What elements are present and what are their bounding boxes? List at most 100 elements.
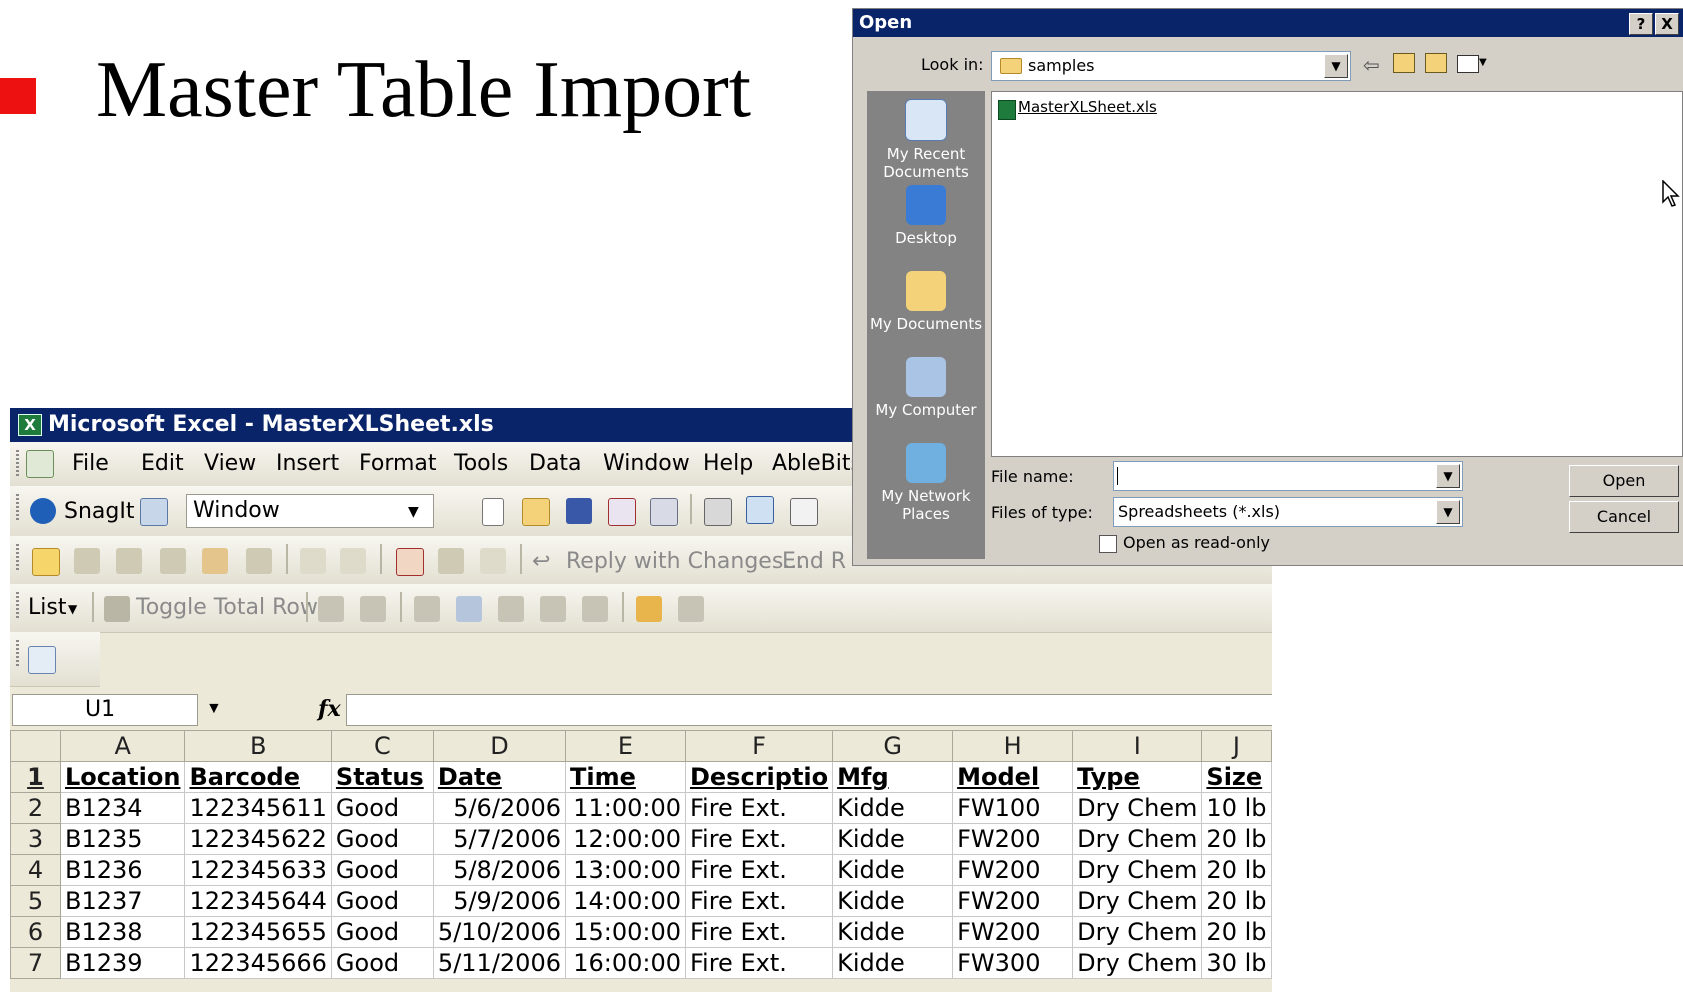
sync-list-icon[interactable] — [498, 596, 524, 622]
new-comment-icon[interactable] — [32, 548, 60, 576]
show-comment-icon[interactable] — [160, 548, 186, 574]
column-header[interactable]: J — [1201, 730, 1272, 762]
view-list-icon[interactable] — [456, 596, 482, 622]
close-button[interactable]: X — [1655, 13, 1679, 35]
cell[interactable]: Dry Chem — [1072, 854, 1203, 886]
row-header[interactable]: 7 — [10, 947, 61, 979]
cell[interactable]: 15:00:00 — [564, 916, 686, 948]
workbook-icon[interactable] — [26, 450, 54, 478]
row-header[interactable]: 6 — [10, 916, 61, 948]
cell[interactable]: Fire Ext. — [684, 823, 834, 855]
fx-icon[interactable]: fx — [318, 694, 341, 724]
cell[interactable]: Mfg — [832, 761, 954, 793]
cell[interactable]: 5/10/2006 — [432, 916, 566, 948]
place-desktop[interactable]: Desktop — [867, 185, 985, 247]
cell[interactable]: Kidde — [832, 916, 954, 948]
show-all-comments-icon[interactable] — [202, 548, 228, 574]
cell[interactable]: Good — [330, 792, 434, 824]
cell[interactable]: Good — [330, 823, 434, 855]
cell[interactable]: 20 lb — [1201, 885, 1272, 917]
cell[interactable]: B1237 — [59, 885, 186, 917]
cell[interactable]: 5/11/2006 — [432, 947, 566, 979]
cell[interactable]: 5/8/2006 — [432, 854, 566, 886]
column-header[interactable]: F — [684, 730, 834, 762]
row-header[interactable]: 4 — [10, 854, 61, 886]
cell[interactable]: 122345666 — [184, 947, 332, 979]
menu-view[interactable]: View — [204, 448, 256, 480]
chevron-down-icon[interactable]: ▼ — [1436, 500, 1460, 524]
unlink-list-icon[interactable] — [582, 596, 608, 622]
list-table-icon[interactable] — [360, 596, 386, 622]
cell[interactable]: Size — [1201, 761, 1272, 793]
chevron-down-icon[interactable]: ▼ — [408, 504, 419, 520]
update-file-icon[interactable] — [438, 548, 464, 574]
cell[interactable]: Fire Ext. — [684, 885, 834, 917]
open-button[interactable]: Open — [1569, 465, 1679, 497]
cell[interactable]: Kidde — [832, 823, 954, 855]
discard-changes-icon[interactable] — [540, 596, 566, 622]
cell[interactable]: 10 lb — [1201, 792, 1272, 824]
cell[interactable]: 122345633 — [184, 854, 332, 886]
row-header[interactable]: 1 — [10, 761, 61, 793]
permission-icon[interactable] — [608, 498, 636, 526]
cell[interactable]: 20 lb — [1201, 854, 1272, 886]
row-header[interactable]: 3 — [10, 823, 61, 855]
resize-list-icon[interactable] — [318, 596, 344, 622]
snagit-mode-combo[interactable]: Window — [186, 494, 434, 528]
cell[interactable]: Barcode — [184, 761, 332, 793]
cell[interactable]: 5/9/2006 — [432, 885, 566, 917]
cell[interactable]: 5/6/2006 — [432, 792, 566, 824]
menu-help[interactable]: Help — [703, 448, 753, 480]
new-document-icon[interactable] — [482, 498, 504, 526]
column-header[interactable]: B — [184, 730, 332, 762]
place-network[interactable]: My Network Places — [867, 443, 985, 523]
snagit-icon[interactable] — [30, 498, 56, 524]
cell[interactable]: Good — [330, 916, 434, 948]
cell[interactable]: Fire Ext. — [684, 916, 834, 948]
column-header[interactable]: G — [832, 730, 954, 762]
send-to-recipient-icon[interactable] — [480, 548, 506, 574]
ink-annotations-icon[interactable] — [300, 548, 326, 574]
cell[interactable]: Kidde — [832, 854, 954, 886]
delete-ink-icon[interactable] — [340, 548, 366, 574]
new-folder-icon[interactable] — [1425, 53, 1447, 73]
reply-with-changes-button[interactable]: Reply with Changes... — [566, 546, 804, 578]
cell[interactable]: 122345622 — [184, 823, 332, 855]
cell[interactable]: Fire Ext. — [684, 792, 834, 824]
chevron-down-icon[interactable]: ▼ — [206, 700, 222, 718]
column-header[interactable]: E — [564, 730, 686, 762]
cell[interactable]: Date — [432, 761, 566, 793]
cell[interactable]: Kidde — [832, 947, 954, 979]
cell[interactable]: FW200 — [952, 916, 1074, 948]
snagit-profile-icon[interactable] — [140, 498, 168, 526]
look-in-combo[interactable]: samples ▼ — [991, 51, 1351, 81]
select-all-corner[interactable] — [10, 730, 61, 762]
cell[interactable]: 20 lb — [1201, 916, 1272, 948]
cell[interactable]: Dry Chem — [1072, 916, 1203, 948]
column-header[interactable]: D — [432, 730, 566, 762]
views-icon[interactable] — [1457, 55, 1479, 73]
cell[interactable]: 20 lb — [1201, 823, 1272, 855]
column-header[interactable]: I — [1072, 730, 1203, 762]
cell[interactable]: 122345644 — [184, 885, 332, 917]
delete-comment-icon[interactable] — [246, 548, 272, 574]
sum-icon[interactable] — [104, 596, 130, 622]
place-recent[interactable]: My Recent Documents — [867, 99, 985, 181]
formula-input[interactable] — [346, 694, 1272, 726]
cell[interactable]: Model — [952, 761, 1074, 793]
cell[interactable]: Descriptio — [684, 761, 834, 793]
cell[interactable]: 122345655 — [184, 916, 332, 948]
chevron-down-icon[interactable]: ▼ — [1436, 464, 1460, 488]
snagit-button[interactable]: SnagIt — [64, 496, 134, 528]
column-header[interactable]: C — [330, 730, 434, 762]
track-changes-icon[interactable] — [396, 548, 424, 576]
menu-ablebits[interactable]: AbleBits — [772, 448, 862, 480]
cell[interactable]: Good — [330, 947, 434, 979]
open-folder-icon[interactable] — [522, 498, 550, 526]
cell[interactable]: B1236 — [59, 854, 186, 886]
files-of-type-select[interactable]: Spreadsheets (*.xls) ▼ — [1113, 497, 1463, 527]
email-icon[interactable] — [650, 498, 678, 526]
list-menu-button[interactable]: List — [28, 592, 66, 624]
up-folder-icon[interactable] — [1393, 53, 1415, 73]
chevron-down-icon[interactable]: ▼ — [68, 602, 77, 616]
